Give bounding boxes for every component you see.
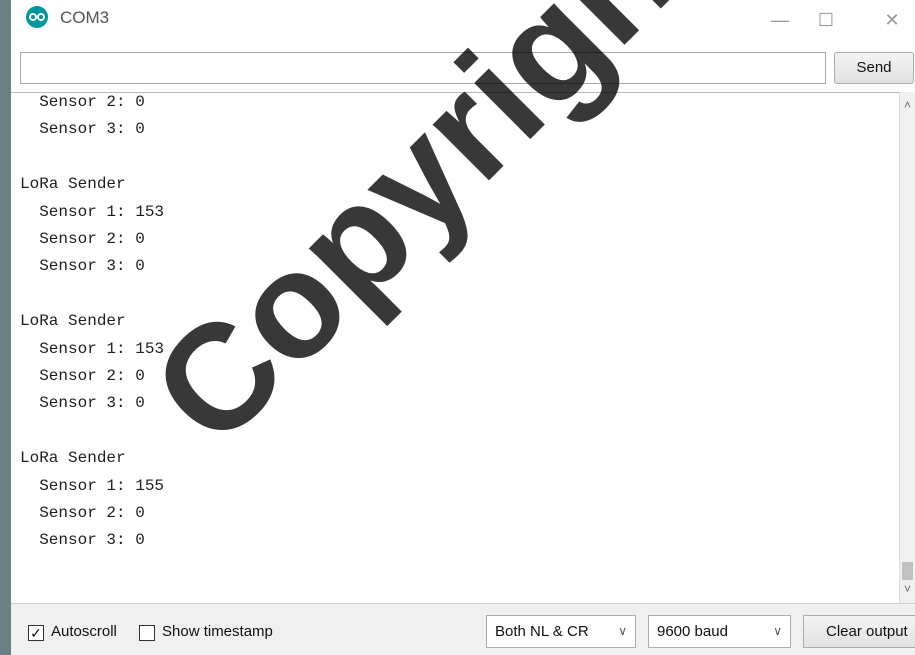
clear-output-button[interactable]: Clear output [803, 615, 915, 648]
chevron-down-icon: ∨ [618, 624, 627, 638]
send-button[interactable]: Send [834, 52, 914, 84]
baud-rate-select[interactable]: 9600 baud ∨ [648, 615, 791, 648]
scroll-thumb[interactable] [902, 562, 913, 580]
chevron-down-icon[interactable]: ˅ [900, 582, 915, 596]
output-line: Sensor 3: 0 [20, 531, 145, 550]
chevron-down-icon: ∨ [773, 624, 782, 638]
close-button[interactable]: ✕ [869, 2, 915, 38]
chevron-up-icon[interactable]: ˄ [900, 98, 915, 112]
output-line: Sensor 2: 0 [20, 230, 145, 248]
output-line: Sensor 1: 153 [20, 339, 165, 358]
output-line: LoRa Sender [20, 449, 126, 468]
serial-output[interactable]: Sensor 2: 0 Sensor 3: 0 LoRa Sender Senso… [11, 92, 899, 603]
maximize-button[interactable]: ☐ [803, 2, 849, 38]
line-ending-value: Both NL & CR [495, 623, 589, 640]
footer-bar: ✓ Autoscroll Show timestamp Both NL & CR… [11, 603, 915, 655]
title-bar: COM3 — ☐ ✕ [11, 0, 915, 44]
output-line: Sensor 3: 0 [20, 394, 145, 413]
scrollbar[interactable]: ˄ ˅ [899, 92, 915, 603]
autoscroll-checkbox[interactable]: ✓ [28, 625, 44, 641]
output-line: Sensor 2: 0 [20, 504, 145, 522]
autoscroll-label[interactable]: Autoscroll [51, 623, 117, 640]
arduino-icon [26, 6, 48, 28]
baud-rate-value: 9600 baud [657, 623, 728, 640]
minimize-button[interactable]: — [757, 2, 803, 38]
line-ending-select[interactable]: Both NL & CR ∨ [486, 615, 636, 648]
output-line: Sensor 3: 0 [20, 120, 145, 139]
show-timestamp-label[interactable]: Show timestamp [162, 623, 273, 640]
output-line: Sensor 2: 0 [20, 367, 145, 385]
window-left-edge [0, 0, 11, 655]
output-line: Sensor 1: 153 [20, 202, 165, 221]
show-timestamp-checkbox[interactable] [139, 625, 155, 641]
output-line: LoRa Sender [20, 175, 126, 194]
output-line: Sensor 1: 155 [20, 476, 165, 495]
window-title: COM3 [60, 8, 110, 27]
output-line: Sensor 3: 0 [20, 257, 145, 276]
send-input[interactable] [20, 52, 826, 84]
output-line: LoRa Sender [20, 312, 126, 331]
output-line: Sensor 2: 0 [20, 93, 145, 111]
